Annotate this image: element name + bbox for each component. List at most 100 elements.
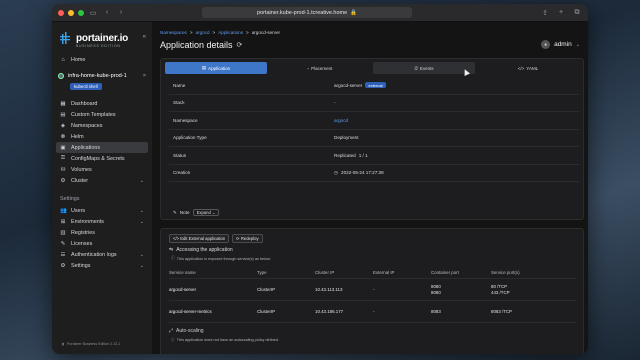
table-row: argocd-server-metrics ClusterIP 10.43.18… <box>169 301 577 323</box>
sidebar-item-cluster[interactable]: ⚙ Cluster ⌄ <box>52 175 152 186</box>
breadcrumb-current: argocd-server <box>251 30 281 35</box>
autoscaling-icon: ⤢ <box>169 328 174 334</box>
tab-events[interactable]: ⏱ Events <box>373 62 475 74</box>
url-text: portainer.kube-prod-1.tcreative.home <box>256 9 348 16</box>
helm-icon: ☸ <box>60 133 66 140</box>
sidebar-item-settings[interactable]: ⚙ Settings ⌄ <box>52 260 152 271</box>
logo-text: portainer.io <box>76 32 129 44</box>
autoscaling-info: ⓘ This application does not have an auto… <box>171 338 279 342</box>
sidebar-item-custom-templates[interactable]: ▤ Custom Templates <box>52 109 152 120</box>
portainer-small-icon: ▮ <box>62 342 64 346</box>
forward-icon[interactable]: › <box>116 9 126 16</box>
registries-icon: ▥ <box>60 229 66 236</box>
gear-icon: ⚙ <box>60 262 66 269</box>
logo[interactable]: portainer.io <box>52 22 152 45</box>
minimize-window-button[interactable] <box>68 9 74 16</box>
collapse-sidebar-icon[interactable]: « <box>143 34 146 40</box>
namespace-link[interactable]: argocd <box>334 118 348 123</box>
expand-note-button[interactable]: Expand ⌄ <box>192 209 220 216</box>
tabs-overview-icon[interactable]: ⧉ <box>572 9 582 17</box>
clock-icon: ◷ <box>334 169 339 175</box>
close-environment-icon[interactable]: × <box>143 73 146 79</box>
page-title: Application details ⟳ <box>160 40 243 50</box>
environments-icon: ⊞ <box>60 218 66 225</box>
applications-icon: ▣ <box>60 144 66 151</box>
info-icon: ⓘ <box>171 256 175 260</box>
chevron-down-icon: ⌄ <box>139 218 144 225</box>
breadcrumb-namespaces[interactable]: Namespaces <box>160 30 187 35</box>
home-icon: ⌂ <box>61 56 65 63</box>
environment-section: infra-home-kube-prod-1 × kubectl shell <box>58 73 146 94</box>
sidebar-item-users[interactable]: 👥 Users ⌄ <box>52 205 152 216</box>
breadcrumb: Namespaces > argocd > Applications > arg… <box>160 30 281 35</box>
link-icon: ⇋ <box>169 247 174 253</box>
dashboard-icon: ▦ <box>60 100 66 107</box>
new-tab-icon[interactable]: + <box>556 9 566 17</box>
refresh-icon[interactable]: ⟳ <box>237 41 243 49</box>
sidebar-item-registries[interactable]: ▥ Registries <box>52 227 152 238</box>
sidebar-item-authentication-logs[interactable]: ☰ Authentication logs ⌄ <box>52 249 152 260</box>
user-menu[interactable]: ● admin ⌄ <box>541 40 580 49</box>
sidebar-item-environments[interactable]: ⊞ Environments ⌄ <box>52 216 152 227</box>
sidebar-item-dashboard[interactable]: ▦ Dashboard <box>52 98 152 109</box>
title-bar: ▭ ‹ › portainer.kube-prod-1.tcreative.ho… <box>52 4 588 22</box>
share-icon[interactable]: ⇪ <box>540 9 550 17</box>
application-details-card: ▤ Application ▫ Placement ⏱ Events </> Y… <box>160 58 584 220</box>
logo-subtitle: BUSINESS EDITION <box>76 44 121 48</box>
table-row: Stack - <box>169 95 579 112</box>
sidebar-toggle-icon[interactable]: ▭ <box>88 9 98 17</box>
url-bar[interactable]: portainer.kube-prod-1.tcreative.home 🔒 <box>202 7 412 18</box>
maximize-window-button[interactable] <box>78 9 84 16</box>
logs-icon: ☰ <box>60 251 66 258</box>
sidebar-item-applications[interactable]: ▣ Applications <box>56 142 148 153</box>
status-badge: external <box>365 82 386 89</box>
licenses-icon: ✎ <box>60 240 66 247</box>
application-tab-icon: ▤ <box>201 65 207 70</box>
placement-tab-icon: ▫ <box>307 65 310 71</box>
chevron-down-icon: ⌄ <box>139 177 144 184</box>
settings-section-title: Settings <box>60 196 80 202</box>
sidebar-item-home[interactable]: ⌂ Home <box>52 54 152 65</box>
sidebar-item-helm[interactable]: ☸ Helm <box>52 131 152 142</box>
tab-placement[interactable]: ▫ Placement <box>269 62 371 74</box>
sidebar-item-configmaps[interactable]: ⚿ ConfigMaps & Secrets <box>52 153 152 164</box>
namespace-icon: ◈ <box>60 122 66 129</box>
sidebar-item-namespaces[interactable]: ◈ Namespaces <box>52 120 152 131</box>
tab-yaml[interactable]: </> YAML <box>477 62 579 74</box>
portainer-logo-icon <box>60 31 72 45</box>
tab-bar: ▤ Application ▫ Placement ⏱ Events </> Y… <box>165 62 579 74</box>
kubernetes-icon <box>58 73 64 79</box>
close-window-button[interactable] <box>58 9 64 16</box>
kubectl-shell-button[interactable]: kubectl shell <box>70 83 102 90</box>
avatar: ● <box>541 40 551 49</box>
sidebar-item-volumes[interactable]: ⛁ Volumes <box>52 164 152 175</box>
chevron-down-icon: ⌄ <box>139 262 144 269</box>
chevron-down-icon: ⌄ <box>575 41 580 48</box>
edit-external-application-button[interactable]: </> Edit External application <box>169 234 230 243</box>
details-table: Name argocd-server external Stack - Name… <box>169 77 579 182</box>
application-name: argocd-server <box>334 82 363 88</box>
footer: ▮ Portainer Business Edition 2.13.1 <box>62 342 121 346</box>
environment-name[interactable]: infra-home-kube-prod-1 × <box>58 73 146 79</box>
table-row: Name argocd-server external <box>169 77 579 95</box>
accessing-info: ⓘ This application is exposed through se… <box>171 256 271 261</box>
template-icon: ▤ <box>60 111 66 118</box>
info-icon: ⓘ <box>171 338 175 342</box>
main-content: Namespaces > argocd > Applications > arg… <box>152 22 588 354</box>
sidebar: portainer.io BUSINESS EDITION « ⌂ Home i… <box>52 22 152 354</box>
volume-icon: ⛁ <box>60 166 66 173</box>
browser-window: ▭ ‹ › portainer.kube-prod-1.tcreative.ho… <box>52 4 588 354</box>
note-row: ✎ Note Expand ⌄ <box>173 209 220 216</box>
services-table: Service name Type Cluster IP External IP… <box>169 267 577 323</box>
users-icon: 👥 <box>60 207 67 214</box>
tab-application[interactable]: ▤ Application <box>165 62 267 74</box>
autoscaling-section-title: ⤢ Auto-scaling <box>169 328 204 334</box>
table-row: Namespace argocd <box>169 112 579 130</box>
table-header: Service name Type Cluster IP External IP… <box>169 267 577 279</box>
events-tab-icon: ⏱ <box>414 65 418 71</box>
back-icon[interactable]: ‹ <box>102 9 112 16</box>
breadcrumb-argocd[interactable]: argocd <box>196 30 210 35</box>
redeploy-button[interactable]: ⟳ Redeploy <box>232 234 263 243</box>
breadcrumb-applications[interactable]: Applications <box>218 30 243 35</box>
sidebar-item-licenses[interactable]: ✎ Licenses <box>52 238 152 249</box>
